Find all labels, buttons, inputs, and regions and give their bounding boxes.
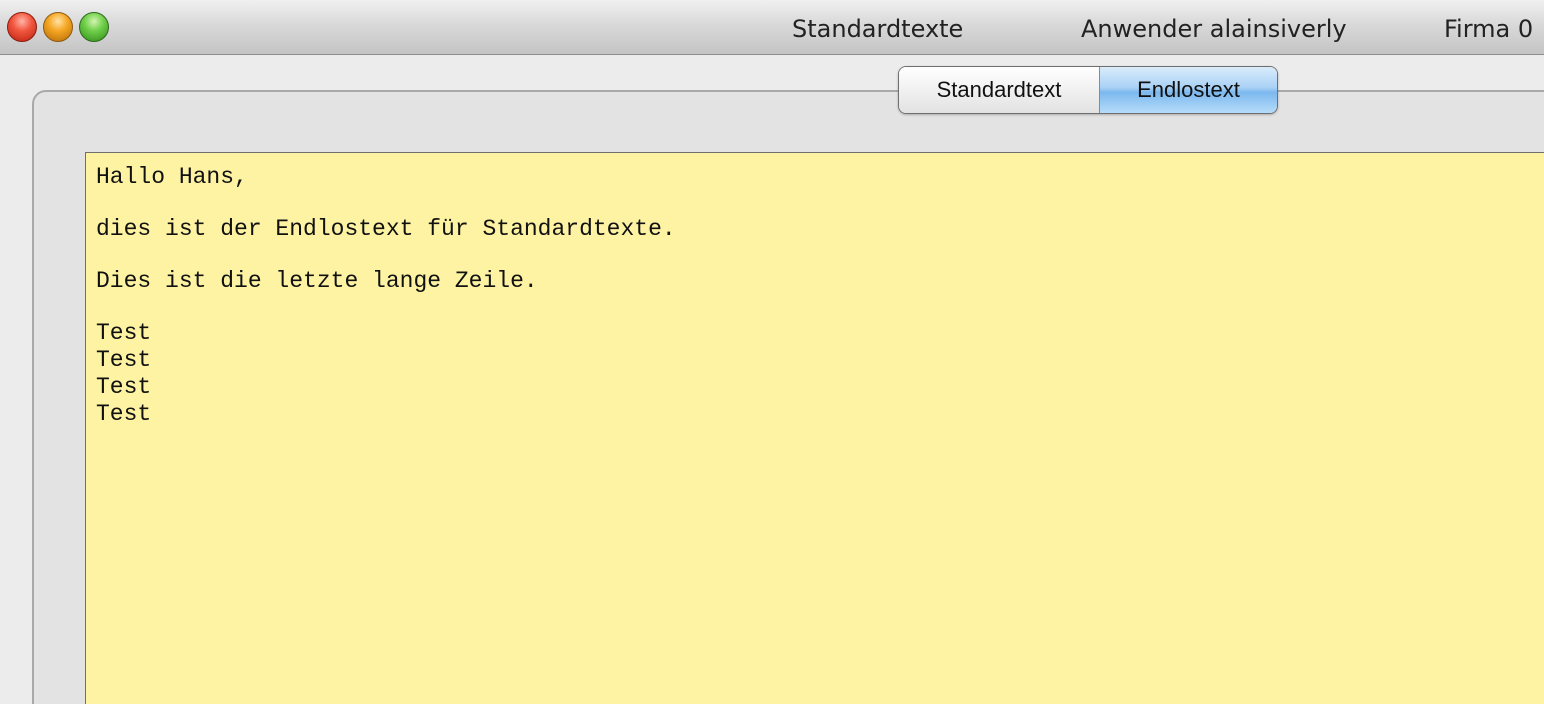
app-window: Standardtexte Anwender alainsiverly Firm… — [0, 0, 1544, 704]
editor-line: Test — [96, 347, 152, 373]
title-bar[interactable]: Standardtexte Anwender alainsiverly Firm… — [0, 0, 1544, 55]
window-title: Standardtexte — [792, 15, 964, 43]
zoom-icon[interactable] — [79, 12, 109, 42]
tab-standardtext[interactable]: Standardtext — [899, 67, 1100, 113]
editor-line: dies ist der Endlostext für Standardtext… — [96, 216, 676, 242]
editor-line: Dies ist die letzte lange Zeile. — [96, 268, 538, 294]
editor-line: Test — [96, 401, 152, 427]
tab-endlostext[interactable]: Endlostext — [1100, 67, 1277, 113]
close-icon[interactable] — [7, 12, 37, 42]
text-editor[interactable]: Hallo Hans, dies ist der Endlostext für … — [85, 152, 1544, 704]
segmented-tab-control: Standardtext Endlostext — [898, 66, 1278, 114]
editor-line: Test — [96, 374, 152, 400]
editor-line: Test — [96, 320, 152, 346]
user-label: Anwender alainsiverly — [1081, 15, 1347, 43]
minimize-icon[interactable] — [43, 12, 73, 42]
editor-line: Hallo Hans, — [96, 164, 248, 190]
company-label: Firma 0 — [1444, 15, 1534, 43]
